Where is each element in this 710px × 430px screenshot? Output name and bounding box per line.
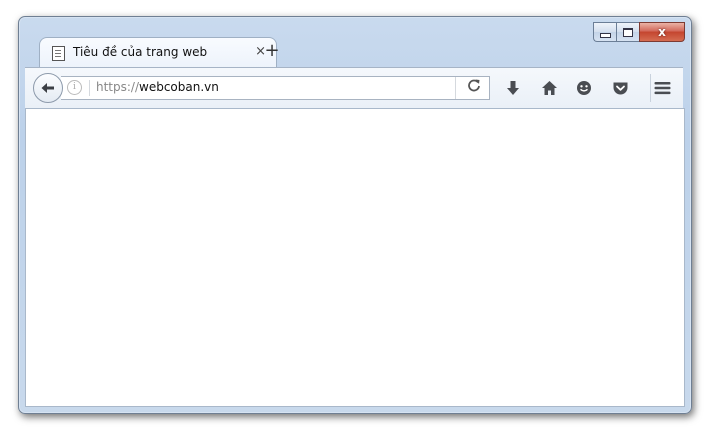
page-icon xyxy=(52,46,65,61)
feedback-button[interactable] xyxy=(574,78,594,98)
smiley-icon xyxy=(577,81,591,95)
menu-button[interactable] xyxy=(652,78,672,98)
url-scheme: https:// xyxy=(96,80,140,94)
maximize-button[interactable] xyxy=(616,22,639,42)
home-icon xyxy=(541,81,557,95)
back-button[interactable] xyxy=(33,73,63,103)
url-host: webcoban.vn xyxy=(139,80,219,94)
minimize-button[interactable] xyxy=(593,22,616,42)
minimize-icon xyxy=(599,32,611,38)
url-text[interactable]: https://webcoban.vn xyxy=(96,80,219,94)
pocket-icon xyxy=(613,82,627,95)
maximize-icon xyxy=(623,27,633,37)
home-button[interactable] xyxy=(539,78,559,98)
download-icon xyxy=(507,81,519,95)
reload-icon xyxy=(468,79,480,92)
tab-title: Tiêu đề của trang web xyxy=(73,45,208,59)
toolbar-divider xyxy=(650,74,651,102)
menu-icon xyxy=(654,82,670,95)
new-tab-button[interactable]: + xyxy=(261,40,283,62)
download-button[interactable] xyxy=(503,78,523,98)
tab-active[interactable]: Tiêu đề của trang web × xyxy=(39,37,277,68)
close-icon: x xyxy=(658,25,666,39)
nav-toolbar: i https://webcoban.vn xyxy=(25,67,683,109)
info-icon[interactable]: i xyxy=(67,80,82,95)
pocket-button[interactable] xyxy=(610,78,630,98)
browser-window: x Tiêu đề của trang web × + i https://we… xyxy=(18,16,692,414)
reload-divider xyxy=(455,77,456,99)
url-divider xyxy=(89,80,90,96)
reload-button[interactable] xyxy=(467,78,481,98)
window-controls: x xyxy=(593,22,685,42)
page-content[interactable] xyxy=(25,108,685,407)
close-window-button[interactable]: x xyxy=(639,22,685,42)
back-arrow-icon xyxy=(41,83,54,93)
url-bar[interactable]: i https://webcoban.vn xyxy=(61,76,490,100)
